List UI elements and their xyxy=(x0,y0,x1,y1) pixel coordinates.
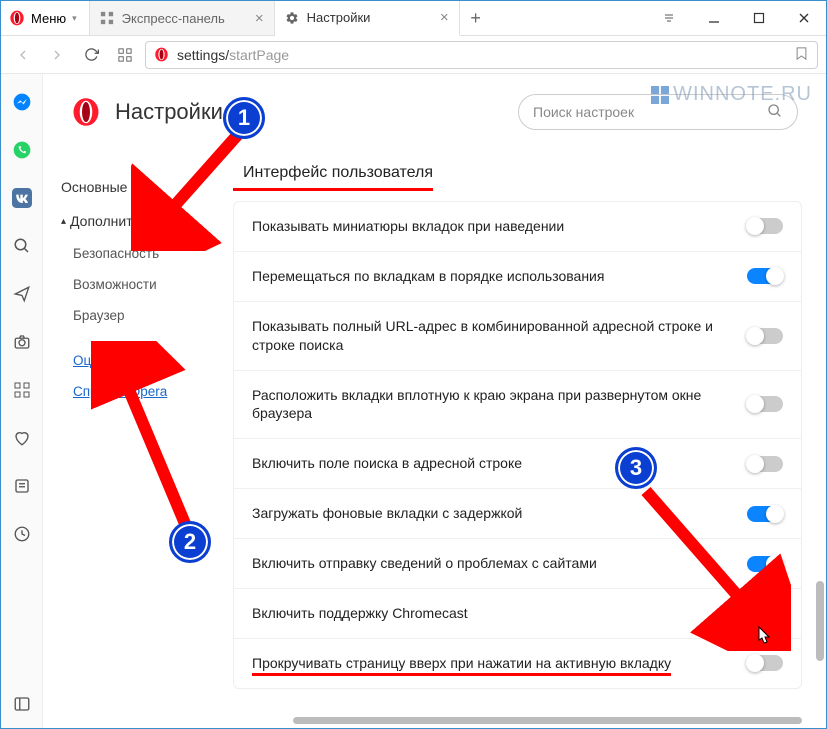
annotation-badge-2: 2 xyxy=(169,521,211,563)
search-placeholder: Поиск настроек xyxy=(533,104,634,120)
setting-row[interactable]: Расположить вкладки вплотную к краю экра… xyxy=(234,371,801,440)
url-text: settings/startPage xyxy=(177,47,289,63)
tab-label: Экспресс-панель xyxy=(122,11,225,26)
news-icon[interactable] xyxy=(12,476,32,496)
bookmark-icon[interactable] xyxy=(794,46,809,64)
send-icon[interactable] xyxy=(12,284,32,304)
whatsapp-icon[interactable] xyxy=(12,140,32,160)
sidebar-item-browser[interactable]: Браузер xyxy=(53,300,223,331)
vk-icon[interactable] xyxy=(12,188,32,208)
back-button[interactable] xyxy=(9,41,37,69)
section-title: Интерфейс пользователя xyxy=(233,150,433,191)
forward-button[interactable] xyxy=(43,41,71,69)
nav-bar: settings/startPage xyxy=(1,36,826,74)
speed-dial-icon xyxy=(100,11,114,25)
setting-row[interactable]: Перемещаться по вкладкам в порядке испол… xyxy=(234,252,801,302)
close-icon[interactable]: × xyxy=(255,10,264,27)
setting-row[interactable]: Показывать полный URL-адрес в комбиниров… xyxy=(234,302,801,371)
toggle[interactable] xyxy=(747,218,783,234)
maximize-icon[interactable] xyxy=(736,1,781,35)
setting-row[interactable]: Показывать миниатюры вкладок при наведен… xyxy=(234,202,801,252)
watermark: WINNOTE.RU xyxy=(651,83,812,106)
setting-row[interactable]: Включить отправку сведений о проблемах с… xyxy=(234,539,801,589)
toggle[interactable] xyxy=(747,268,783,284)
chevron-up-icon: ▴ xyxy=(61,216,66,227)
sidebar-item-basic[interactable]: Основные xyxy=(53,170,223,204)
toggle[interactable] xyxy=(747,396,783,412)
history-icon[interactable] xyxy=(12,524,32,544)
close-icon[interactable]: × xyxy=(440,9,449,26)
toggle[interactable] xyxy=(747,605,783,621)
settings-panel: Интерфейс пользователя Показывать миниат… xyxy=(223,140,826,728)
sidebar-link-rate[interactable]: Оценить Opera xyxy=(53,345,223,376)
heart-icon[interactable] xyxy=(12,428,32,448)
speed-dial-button[interactable] xyxy=(111,41,139,69)
toggle[interactable] xyxy=(747,328,783,344)
tab-settings[interactable]: Настройки × xyxy=(275,1,460,36)
opera-icon xyxy=(154,47,169,62)
sidebar-item-security[interactable]: Безопасность xyxy=(53,238,223,269)
address-bar[interactable]: settings/startPage xyxy=(145,41,818,69)
close-window-icon[interactable] xyxy=(781,1,826,35)
windows-logo-icon xyxy=(651,86,669,104)
setting-row[interactable]: Включить поле поиска в адресной строке xyxy=(234,439,801,489)
setting-row[interactable]: Прокручивать страницу вверх при нажатии … xyxy=(234,639,801,688)
opera-icon xyxy=(9,10,25,26)
window-menu-icon[interactable] xyxy=(646,1,691,35)
page-title: Настройки xyxy=(115,99,223,125)
sidebar-item-features[interactable]: Возможности xyxy=(53,269,223,300)
messenger-icon[interactable] xyxy=(12,92,32,112)
reload-button[interactable] xyxy=(77,41,105,69)
title-bar: Меню ▾ Экспресс-панель × Настройки × + xyxy=(1,1,826,36)
gear-icon xyxy=(285,11,299,25)
sidebar-toggle-icon[interactable] xyxy=(12,694,32,714)
menu-label: Меню xyxy=(31,11,66,26)
search-icon[interactable] xyxy=(12,236,32,256)
settings-sidebar: Основные ▴ Дополнительно Безопасность Во… xyxy=(43,140,223,728)
sidebar-item-advanced[interactable]: ▴ Дополнительно xyxy=(53,204,223,238)
toggle[interactable] xyxy=(747,456,783,472)
annotation-badge-3: 3 xyxy=(615,447,657,489)
new-tab-button[interactable]: + xyxy=(460,1,492,35)
setting-row[interactable]: Включить поддержку Chromecast xyxy=(234,589,801,639)
camera-icon[interactable] xyxy=(12,332,32,352)
setting-row[interactable]: Загружать фоновые вкладки с задержкой xyxy=(234,489,801,539)
annotation-badge-1: 1 xyxy=(223,97,265,139)
toggle[interactable] xyxy=(747,506,783,522)
toggle[interactable] xyxy=(747,556,783,572)
apps-icon[interactable] xyxy=(12,380,32,400)
minimize-icon[interactable] xyxy=(691,1,736,35)
opera-icon xyxy=(71,97,101,127)
toggle[interactable] xyxy=(747,655,783,671)
settings-card: Показывать миниатюры вкладок при наведен… xyxy=(233,201,802,689)
window-controls xyxy=(646,1,826,35)
sidebar-link-help[interactable]: Справка Opera xyxy=(53,376,223,407)
menu-button[interactable]: Меню ▾ xyxy=(1,1,90,35)
cursor-icon xyxy=(753,625,773,649)
left-rail xyxy=(1,74,43,728)
horizontal-scrollbar[interactable] xyxy=(293,717,802,724)
tab-label: Настройки xyxy=(307,10,371,25)
vertical-scrollbar[interactable] xyxy=(816,581,824,661)
chevron-down-icon: ▾ xyxy=(72,13,77,24)
tab-speed-dial[interactable]: Экспресс-панель × xyxy=(90,1,275,35)
